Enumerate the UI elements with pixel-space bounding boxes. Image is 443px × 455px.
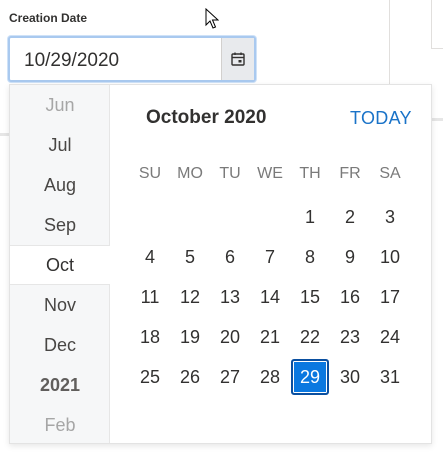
month-item-oct[interactable]: Oct xyxy=(10,245,110,285)
day-cell[interactable]: 26 xyxy=(171,359,209,395)
month-item-aug[interactable]: Aug xyxy=(10,165,110,205)
day-cell[interactable]: 11 xyxy=(131,279,169,315)
day-cell[interactable]: 21 xyxy=(251,319,289,355)
day-cell[interactable]: 19 xyxy=(171,319,209,355)
selected-day[interactable]: 29 xyxy=(291,359,329,395)
day-cell[interactable]: 13 xyxy=(211,279,249,315)
day-cell[interactable]: 16 xyxy=(331,279,369,315)
day-cell[interactable]: 23 xyxy=(331,319,369,355)
weekday-label-th: TH xyxy=(299,165,321,182)
background-panel xyxy=(431,0,443,49)
month-item-nov[interactable]: Nov xyxy=(10,285,110,325)
day-cell[interactable]: 31 xyxy=(371,359,409,395)
calendar-month-title: October 2020 xyxy=(146,107,267,128)
day-cell[interactable]: 3 xyxy=(371,199,409,235)
weekday-label-tu: TU xyxy=(219,165,241,182)
month-item-feb[interactable]: Feb xyxy=(10,405,110,445)
creation-date-label: Creation Date xyxy=(9,11,88,25)
month-item-dec[interactable]: Dec xyxy=(10,325,110,365)
month-item-sep[interactable]: Sep xyxy=(10,205,110,245)
day-cell[interactable]: 28 xyxy=(251,359,289,395)
year-item[interactable]: 2021 xyxy=(10,365,110,405)
month-item-jul[interactable]: Jul xyxy=(10,125,110,165)
month-scroller[interactable]: Jun Jul Aug Sep Oct Nov Dec 2021 Feb xyxy=(10,85,110,443)
day-cell[interactable]: 20 xyxy=(211,319,249,355)
day-cell[interactable]: 6 xyxy=(211,239,249,275)
day-cell[interactable]: 30 xyxy=(331,359,369,395)
day-cell[interactable]: 10 xyxy=(371,239,409,275)
day-cell[interactable]: 22 xyxy=(291,319,329,355)
open-calendar-button[interactable] xyxy=(221,38,254,80)
day-cell[interactable]: 1 xyxy=(291,199,329,235)
calendar-icon xyxy=(231,52,245,66)
day-cell[interactable]: 18 xyxy=(131,319,169,355)
day-cell[interactable]: 2 xyxy=(331,199,369,235)
background-divider xyxy=(389,0,390,84)
day-cell[interactable]: 25 xyxy=(131,359,169,395)
date-picker-popup: Jun Jul Aug Sep Oct Nov Dec 2021 Feb October 202… xyxy=(9,84,432,444)
weekday-label-sa: SA xyxy=(379,165,401,182)
day-cell[interactable]: 9 xyxy=(331,239,369,275)
day-cell[interactable]: 8 xyxy=(291,239,329,275)
today-button[interactable]: TODAY xyxy=(350,108,412,129)
creation-date-field[interactable]: 10/29/2020 xyxy=(8,36,256,82)
day-cell[interactable]: 12 xyxy=(171,279,209,315)
day-cell[interactable]: 7 xyxy=(251,239,289,275)
day-cell[interactable]: 17 xyxy=(371,279,409,315)
weekday-label-fr: FR xyxy=(339,165,361,182)
day-cell[interactable]: 5 xyxy=(171,239,209,275)
day-cell[interactable]: 27 xyxy=(211,359,249,395)
day-cell[interactable]: 15 xyxy=(291,279,329,315)
weekday-label-mo: MO xyxy=(177,165,203,182)
weekday-label-we: WE xyxy=(257,165,283,182)
creation-date-input[interactable]: 10/29/2020 xyxy=(24,50,119,72)
weekday-label-su: SU xyxy=(138,165,162,182)
day-cell[interactable]: 14 xyxy=(251,279,289,315)
day-cell[interactable]: 4 xyxy=(131,239,169,275)
month-item-jun[interactable]: Jun xyxy=(10,85,110,125)
day-cell[interactable]: 24 xyxy=(371,319,409,355)
mouse-pointer-icon xyxy=(205,8,219,29)
